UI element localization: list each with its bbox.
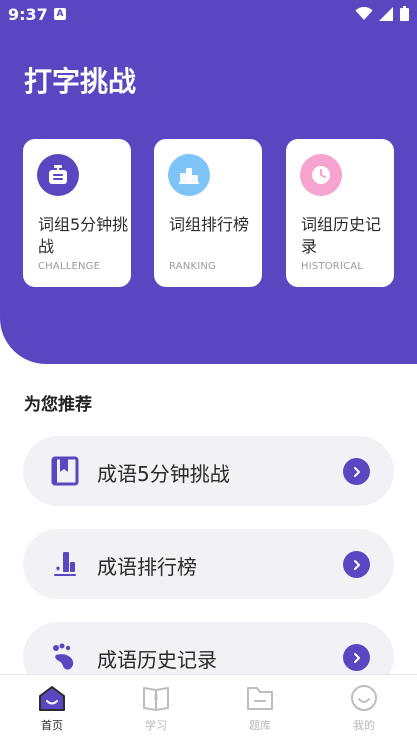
section-title: 为您推荐	[24, 395, 92, 415]
card-subtitle: CHALLENGE	[38, 261, 101, 272]
nav-tab-home[interactable]: 首页	[22, 683, 82, 733]
nav-tab-question-bank[interactable]: 题库	[230, 683, 290, 733]
chevron-right-icon[interactable]	[343, 551, 370, 578]
chevron-right-icon[interactable]	[343, 458, 370, 485]
card-icon-circle	[37, 154, 79, 196]
card-history[interactable]: 词组历史记录 HISTORICAL	[286, 139, 394, 287]
card-icon-circle	[168, 154, 210, 196]
nav-tab-mine[interactable]: 我的	[334, 683, 394, 733]
nav-label: 学习	[145, 719, 167, 732]
rec-label: 成语5分钟挑战	[97, 462, 230, 486]
wifi-icon	[355, 6, 373, 20]
nav-tab-study[interactable]: 学习	[126, 683, 186, 733]
clock-icon	[312, 166, 330, 184]
rec-label: 成语排行榜	[97, 555, 197, 579]
nav-label: 题库	[249, 719, 271, 732]
card-ranking[interactable]: 词组排行榜 RANKING	[154, 139, 262, 287]
page-title: 打字挑战	[24, 65, 137, 98]
status-time: 9:37	[8, 5, 48, 24]
bar-chart-icon	[50, 549, 80, 579]
card-subtitle: HISTORICAL	[301, 261, 364, 272]
rec-item-idiom-ranking[interactable]: 成语排行榜	[23, 529, 394, 599]
card-title: 词组历史记录	[301, 215, 382, 256]
nav-label: 我的	[353, 719, 375, 732]
bookmark-book-icon	[50, 456, 80, 486]
book-icon	[141, 683, 171, 713]
rec-label: 成语历史记录	[97, 648, 217, 672]
podium-icon	[179, 168, 199, 184]
card-title: 词组5分钟挑战	[38, 215, 129, 256]
status-bar: 9:37 A	[0, 0, 417, 30]
card-subtitle: RANKING	[169, 261, 217, 272]
bottom-nav: 首页 学习 题库 我的	[0, 674, 417, 743]
battery-icon	[400, 6, 409, 21]
folder-icon	[245, 683, 275, 713]
home-icon	[37, 683, 67, 713]
rec-item-idiom-challenge[interactable]: 成语5分钟挑战	[23, 436, 394, 506]
status-icons	[355, 6, 409, 21]
timer-icon	[49, 165, 67, 184]
card-icon-circle	[300, 154, 342, 196]
chevron-right-icon[interactable]	[343, 644, 370, 671]
notification-a-icon: A	[54, 8, 66, 20]
nav-label: 首页	[41, 719, 63, 732]
smile-face-icon	[349, 683, 379, 713]
card-challenge[interactable]: 词组5分钟挑战 CHALLENGE	[23, 139, 131, 287]
footprint-icon	[50, 642, 80, 672]
signal-icon	[379, 6, 393, 21]
card-title: 词组排行榜	[169, 215, 250, 234]
